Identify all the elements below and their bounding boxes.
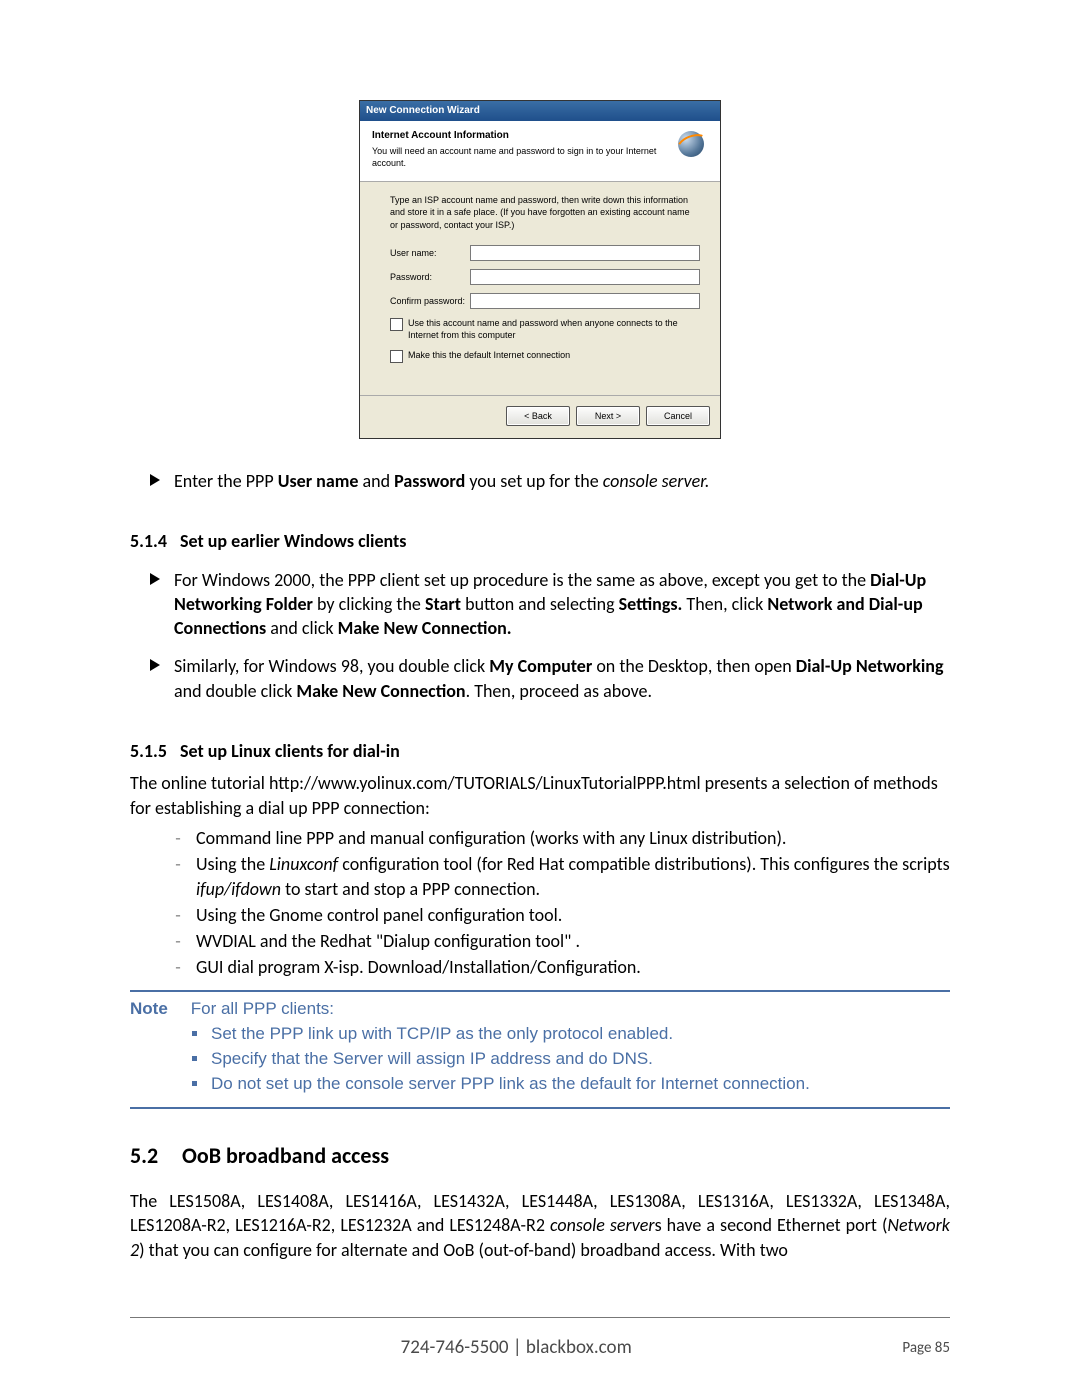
footer-rule [130, 1317, 950, 1318]
footer-page: Page 85 [902, 1338, 950, 1361]
label-password: Password: [390, 271, 470, 283]
wizard-header-icon [676, 129, 708, 161]
back-button[interactable]: < Back [506, 406, 570, 426]
list-item: WVDIAL and the Redhat "Dialup configurat… [196, 929, 580, 953]
password-input[interactable] [470, 269, 700, 285]
note-line0: For all PPP clients: [191, 999, 334, 1018]
bullet-text-514-2: Similarly, for Windows 98, you double cl… [174, 654, 950, 703]
note-label: Note [130, 998, 186, 1021]
note-item: Set the PPP link up with TCP/IP as the o… [211, 1023, 673, 1046]
label-confirm-password: Confirm password: [390, 295, 470, 307]
wizard-instructions: Type an ISP account name and password, t… [390, 194, 700, 230]
heading-52: 5.2OoB broadband access [130, 1141, 950, 1171]
wizard-header-sub: You will need an account name and passwo… [372, 146, 656, 168]
wizard-titlebar: New Connection Wizard [360, 101, 720, 121]
list-item: Using the Gnome control panel configurat… [196, 903, 562, 927]
para-515-intro: The online tutorial http://www.yolinux.c… [130, 771, 950, 820]
bullet-text-514-1: For Windows 2000, the PPP client set up … [174, 568, 950, 641]
list-item: Command line PPP and manual configuratio… [196, 826, 786, 850]
confirm-password-input[interactable] [470, 293, 700, 309]
cancel-button[interactable]: Cancel [646, 406, 710, 426]
bullet-text: Enter the PPP User name and Password you… [174, 469, 950, 493]
checkbox-default-connection-label: Make this the default Internet connectio… [408, 349, 570, 361]
checkbox-use-account-label: Use this account name and password when … [408, 317, 700, 341]
para-52: The LES1508A, LES1408A, LES1416A, LES143… [130, 1189, 950, 1262]
note-item: Specify that the Server will assign IP a… [211, 1048, 653, 1071]
footer-center: 724-746-5500 | blackbox.com [130, 1335, 902, 1361]
bullet-arrow-icon [150, 474, 160, 486]
wizard-dialog: New Connection Wizard Internet Account I… [359, 100, 721, 439]
square-bullet-icon [192, 1031, 197, 1036]
next-button[interactable]: Next > [576, 406, 640, 426]
note-item: Do not set up the console server PPP lin… [211, 1073, 810, 1096]
username-input[interactable] [470, 245, 700, 261]
bullet-arrow-icon [150, 573, 160, 585]
checkbox-use-account-for-all[interactable] [390, 318, 403, 331]
note-block: Note For all PPP clients: Set the PPP li… [130, 990, 950, 1110]
square-bullet-icon [192, 1056, 197, 1061]
checkbox-default-connection[interactable] [390, 350, 403, 363]
wizard-header: Internet Account Information You will ne… [360, 121, 720, 183]
bullet-arrow-icon [150, 659, 160, 671]
label-username: User name: [390, 247, 470, 259]
list-item: GUI dial program X-isp. Download/Install… [196, 955, 641, 979]
dash-list-515: -Command line PPP and manual configurati… [160, 826, 950, 980]
wizard-header-title: Internet Account Information [372, 129, 670, 143]
heading-515: 5.1.5Set up Linux clients for dial-in [130, 739, 950, 763]
heading-514: 5.1.4Set up earlier Windows clients [130, 529, 950, 553]
list-item: Using the Linuxconf configuration tool (… [196, 852, 950, 901]
square-bullet-icon [192, 1081, 197, 1086]
